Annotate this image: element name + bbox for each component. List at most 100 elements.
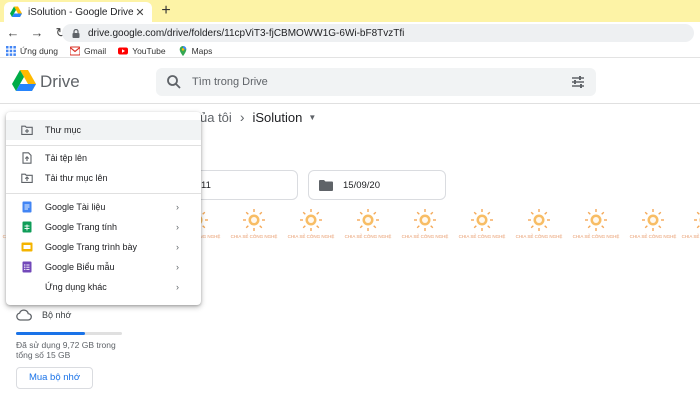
storage-usage-fill xyxy=(16,332,85,335)
breadcrumb-current[interactable]: iSolution xyxy=(252,110,302,125)
watermark-logo: CHIA SẺ CÔNG NGHỆ xyxy=(457,208,507,242)
folder-icon xyxy=(319,179,333,191)
folder-name: 15/09/20 xyxy=(343,179,380,191)
browser-tab-strip: iSolution - Google Drive ✕ + xyxy=(0,0,700,22)
omnibox[interactable]: drive.google.com/drive/folders/11cpViT3-… xyxy=(62,24,694,42)
menu-item-google-slides[interactable]: Google Trang trình bày › xyxy=(6,237,201,257)
bookmark-maps[interactable]: Maps xyxy=(178,45,213,56)
menu-item-new-folder[interactable]: Thư mục xyxy=(6,120,201,140)
menu-item-google-docs[interactable]: Google Tài liệu › xyxy=(6,197,201,217)
drive-favicon-icon xyxy=(10,6,22,17)
watermark-logo: CHIA SẺ CÔNG NGHỆ xyxy=(628,208,678,242)
app-name[interactable]: Drive xyxy=(40,72,80,92)
caret-down-icon[interactable]: ▼ xyxy=(308,113,316,122)
search-icon[interactable] xyxy=(166,74,182,90)
menu-item-label: Google Trang trình bày xyxy=(45,242,138,252)
sun-logo-icon xyxy=(642,209,664,231)
menu-item-label: Google Biểu mẫu xyxy=(45,262,115,272)
menu-item-label: Ứng dụng khác xyxy=(45,282,107,292)
menu-item-label: Tải thư mục lên xyxy=(45,173,108,183)
folder-card[interactable]: 15/09/20 xyxy=(308,170,446,200)
maps-pin-icon xyxy=(179,45,186,56)
folder-upload-icon xyxy=(21,173,33,183)
sun-logo-icon xyxy=(414,209,436,231)
browser-tab[interactable]: iSolution - Google Drive ✕ xyxy=(4,2,152,22)
watermark-text: CHIA SẺ CÔNG NGHỆ xyxy=(681,234,700,239)
bookmarks-bar: Ứng dụng Gmail YouTube Maps xyxy=(0,44,700,58)
watermark-logo: CHIA SẺ CÔNG NGHỆ xyxy=(229,208,279,242)
url-text: drive.google.com/drive/folders/11cpViT3-… xyxy=(88,27,405,39)
watermark-text: CHIA SẺ CÔNG NGHỆ xyxy=(629,234,677,239)
folder-card[interactable]: 11 xyxy=(190,170,298,200)
buy-storage-button[interactable]: Mua bộ nhớ xyxy=(16,367,93,389)
watermark-text: CHIA SẺ CÔNG NGHỆ xyxy=(458,234,506,239)
watermark-logo: CHIA SẺ CÔNG NGHỆ xyxy=(343,208,393,242)
watermark-text: CHIA SẺ CÔNG NGHỆ xyxy=(401,234,449,239)
menu-item-label: Thư mục xyxy=(45,125,82,135)
chevron-right-icon: › xyxy=(176,282,179,292)
watermark-text: CHIA SẺ CÔNG NGHỆ xyxy=(287,234,335,239)
new-tab-button[interactable]: + xyxy=(158,1,174,21)
storage-usage-bar xyxy=(16,332,122,335)
sheets-icon xyxy=(22,221,32,233)
back-arrow-icon[interactable]: ← xyxy=(6,26,20,40)
sun-logo-icon xyxy=(694,211,700,229)
chevron-right-icon: › xyxy=(176,222,179,232)
bookmark-label: YouTube xyxy=(132,45,166,56)
menu-item-more-apps[interactable]: Ứng dụng khác › xyxy=(6,277,201,297)
forward-arrow-icon[interactable]: → xyxy=(30,26,44,40)
watermark-logo: CHIA SẺ CÔNG NGHỆ xyxy=(680,208,700,242)
tab-close-icon[interactable]: ✕ xyxy=(134,6,146,19)
breadcrumb-parent[interactable]: ủa tôi xyxy=(200,110,232,125)
search-options-icon[interactable] xyxy=(570,74,586,90)
chevron-right-icon: › xyxy=(176,262,179,272)
folder-name: 11 xyxy=(201,179,211,191)
gmail-icon xyxy=(69,46,80,55)
drive-logo-icon[interactable] xyxy=(12,70,36,92)
menu-item-label: Tải tệp lên xyxy=(45,153,88,163)
storage-label[interactable]: Bộ nhớ xyxy=(42,310,71,320)
new-menu: Thư mục Tải tệp lên Tải thư mục lên Goog… xyxy=(6,112,201,305)
bookmark-label: Ứng dụng xyxy=(20,45,58,56)
drive-header: Drive Tìm trong Drive xyxy=(0,58,700,104)
menu-item-file-upload[interactable]: Tải tệp lên xyxy=(6,148,201,168)
menu-item-google-forms[interactable]: Google Biểu mẫu › xyxy=(6,257,201,277)
youtube-icon xyxy=(118,47,129,54)
watermark-logo: CHIA SẺ CÔNG NGHỆ xyxy=(571,208,621,242)
menu-item-label: Google Tài liệu xyxy=(45,202,106,212)
bookmark-gmail[interactable]: Gmail xyxy=(69,45,107,56)
docs-icon xyxy=(22,201,32,213)
watermark-text: CHIA SẺ CÔNG NGHỆ xyxy=(230,234,278,239)
bookmark-label: Gmail xyxy=(83,45,107,56)
bookmark-label: Maps xyxy=(191,45,213,56)
bookmark-youtube[interactable]: YouTube xyxy=(118,45,166,56)
watermark-text: CHIA SẺ CÔNG NGHỆ xyxy=(344,234,392,239)
file-upload-icon xyxy=(22,152,32,164)
forms-icon xyxy=(22,261,32,273)
menu-item-google-sheets[interactable]: Google Trang tính › xyxy=(6,217,201,237)
watermark-logo: CHIA SẺ CÔNG NGHỆ xyxy=(514,208,564,242)
menu-item-label: Google Trang tính xyxy=(45,222,118,232)
watermark-text: CHIA SẺ CÔNG NGHỆ xyxy=(572,234,620,239)
lock-icon xyxy=(72,28,80,38)
menu-divider xyxy=(6,193,201,194)
breadcrumb: ủa tôi › iSolution ▼ xyxy=(200,108,316,126)
sun-logo-icon xyxy=(357,209,379,231)
tab-title: iSolution - Google Drive xyxy=(28,6,134,18)
search-placeholder: Tìm trong Drive xyxy=(192,76,268,88)
cloud-icon xyxy=(16,309,32,321)
search-input[interactable]: Tìm trong Drive xyxy=(156,68,596,96)
bookmark-apps[interactable]: Ứng dụng xyxy=(6,45,58,56)
menu-item-folder-upload[interactable]: Tải thư mục lên xyxy=(6,168,201,188)
slides-icon xyxy=(21,242,33,252)
sun-logo-icon xyxy=(471,209,493,231)
chevron-right-icon: › xyxy=(239,109,245,125)
watermark-text: CHIA SẺ CÔNG NGHỆ xyxy=(515,234,563,239)
address-bar-row: ← → ↻ drive.google.com/drive/folders/11c… xyxy=(0,22,700,44)
sun-logo-icon xyxy=(243,209,265,231)
storage-usage-text: Đã sử dụng 9,72 GB trong tổng số 15 GB xyxy=(16,340,116,360)
new-folder-icon xyxy=(21,125,33,135)
watermark-logo: CHIA SẺ CÔNG NGHỆ xyxy=(400,208,450,242)
chevron-right-icon: › xyxy=(176,242,179,252)
watermark-logo: CHIA SẺ CÔNG NGHỆ xyxy=(286,208,336,242)
